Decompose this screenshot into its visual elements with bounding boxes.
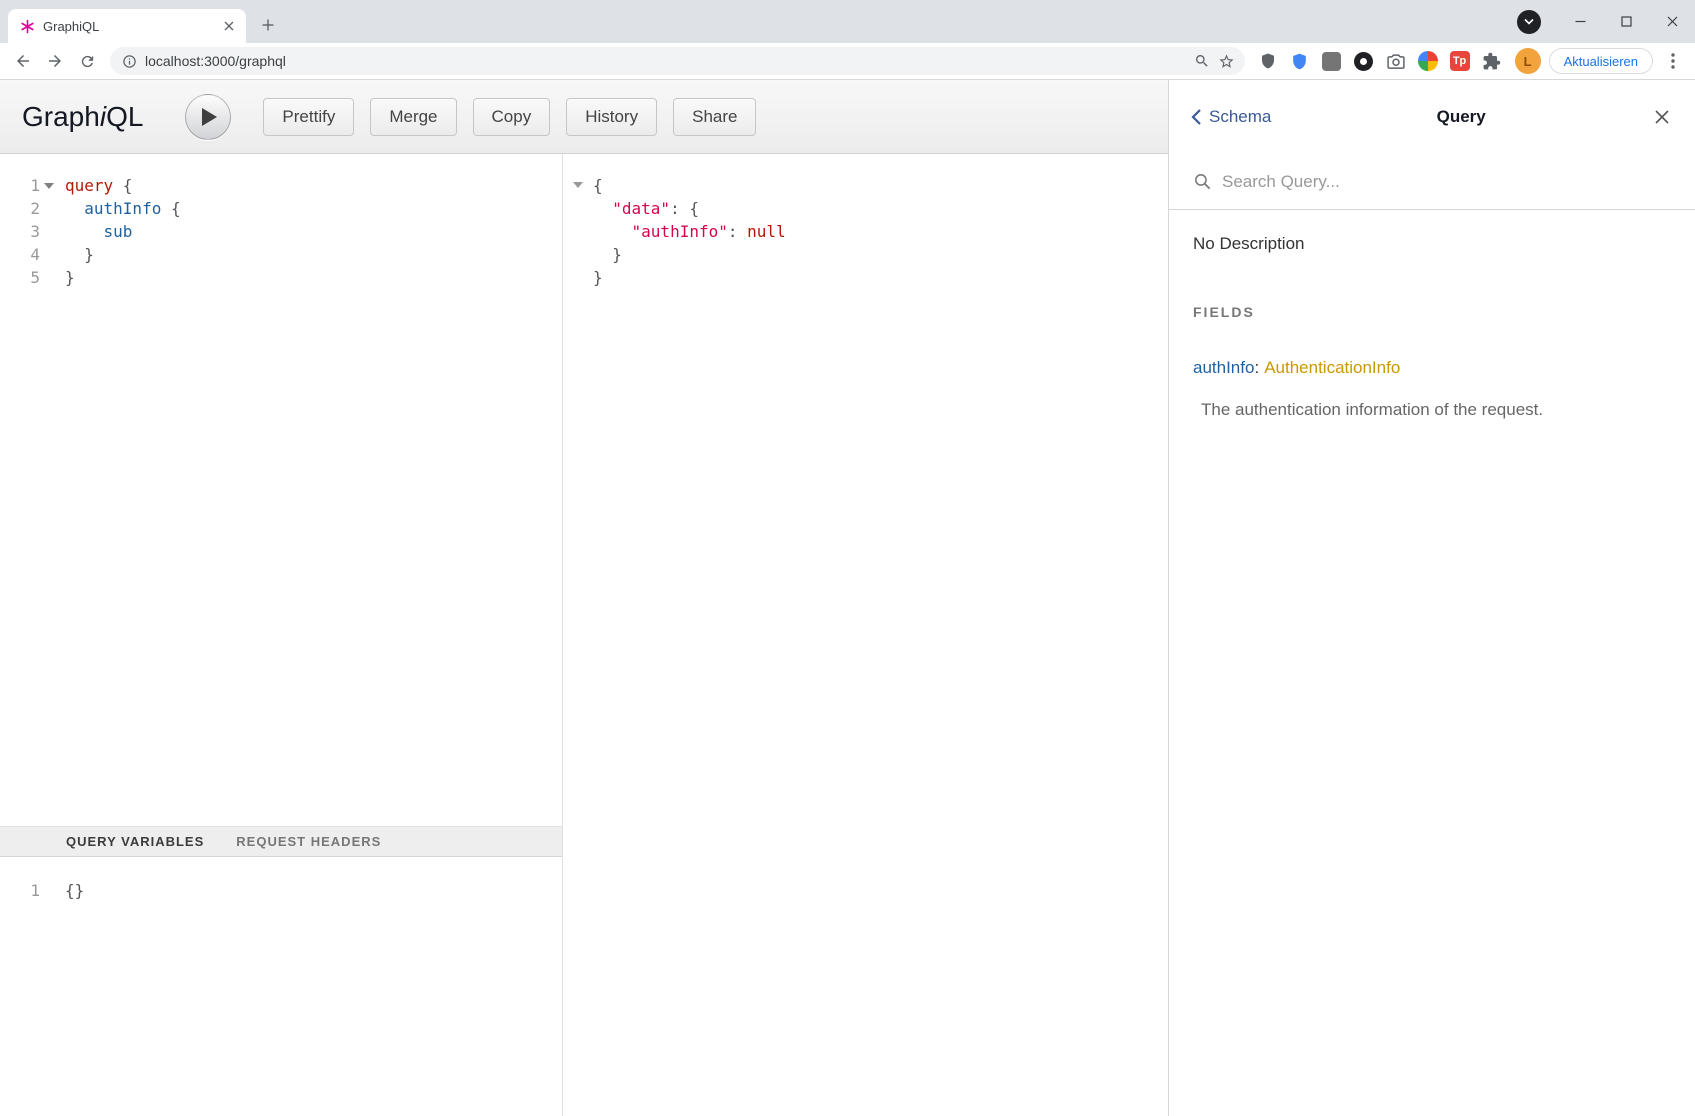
tab-request-headers[interactable]: REQUEST HEADERS bbox=[236, 834, 381, 849]
graphiql-workspace: 1 2 3 4 5 query { authInfo { sub } } bbox=[0, 154, 1168, 1116]
browser-menu-icon[interactable] bbox=[1659, 47, 1687, 75]
graphiql-app: GraphiQL Prettify Merge Copy History Sha… bbox=[0, 80, 1695, 1116]
copy-button[interactable]: Copy bbox=[473, 98, 551, 136]
graphiql-logo: GraphiQL bbox=[22, 101, 143, 133]
extensions-puzzle-icon[interactable] bbox=[1479, 48, 1505, 74]
line-number: 2 bbox=[0, 197, 40, 220]
doc-close-icon[interactable] bbox=[1651, 106, 1673, 128]
tab-query-variables[interactable]: QUERY VARIABLES bbox=[66, 834, 204, 849]
query-editor[interactable]: 1 2 3 4 5 query { authInfo { sub } } bbox=[0, 154, 562, 826]
query-pane: 1 2 3 4 5 query { authInfo { sub } } bbox=[0, 154, 563, 1116]
extension-tp-icon[interactable]: Tp bbox=[1447, 48, 1473, 74]
result-line: { bbox=[593, 174, 1168, 197]
result-line: } bbox=[593, 243, 1168, 266]
doc-back-label: Schema bbox=[1209, 107, 1271, 127]
window-close-button[interactable] bbox=[1649, 0, 1695, 43]
prettify-button[interactable]: Prettify bbox=[263, 98, 354, 136]
new-tab-button[interactable] bbox=[254, 11, 282, 39]
query-editor-code[interactable]: query { authInfo { sub } } bbox=[58, 174, 181, 826]
status-circle-icon[interactable] bbox=[1517, 10, 1541, 34]
result-line: "data": { bbox=[593, 197, 1168, 220]
field-description: The authentication information of the re… bbox=[1193, 400, 1671, 420]
tab-strip: GraphiQL bbox=[0, 0, 1695, 43]
result-line: "authInfo": null bbox=[593, 220, 1168, 243]
tab-title: GraphiQL bbox=[43, 19, 212, 34]
doc-content: No Description FIELDS authInfo: Authentic… bbox=[1169, 210, 1695, 444]
extension-pinwheel-icon[interactable] bbox=[1415, 48, 1441, 74]
doc-fields-heading: FIELDS bbox=[1193, 304, 1671, 320]
page-info-icon[interactable] bbox=[122, 54, 137, 69]
fold-arrow-icon[interactable] bbox=[44, 183, 54, 189]
tp-badge-label: Tp bbox=[1450, 51, 1470, 71]
line-number: 1 bbox=[0, 174, 40, 197]
update-button-label: Aktualisieren bbox=[1564, 54, 1638, 69]
variable-editor-code[interactable]: {} bbox=[58, 879, 84, 1116]
url-bar[interactable]: localhost:3000/graphql bbox=[110, 47, 1245, 75]
doc-search-input[interactable] bbox=[1222, 172, 1671, 192]
doc-explorer: Schema Query No Description FIELDS authI… bbox=[1168, 80, 1695, 1116]
extension-shield-icon[interactable] bbox=[1255, 48, 1281, 74]
url-text: localhost:3000/graphql bbox=[145, 53, 1186, 69]
graphiql-topbar: GraphiQL Prettify Merge Copy History Sha… bbox=[0, 80, 1168, 154]
result-pane[interactable]: { "data": { "authInfo": null } } bbox=[563, 154, 1168, 1116]
line-number: 3 bbox=[0, 220, 40, 243]
search-icon bbox=[1193, 172, 1212, 191]
field-name-link[interactable]: authInfo bbox=[1193, 358, 1254, 377]
variable-editor[interactable]: 1 {} bbox=[0, 857, 562, 1116]
chevron-left-icon bbox=[1191, 108, 1202, 126]
tab-close-icon[interactable] bbox=[220, 17, 238, 35]
history-button[interactable]: History bbox=[566, 98, 657, 136]
merge-button[interactable]: Merge bbox=[370, 98, 456, 136]
line-number: 5 bbox=[0, 266, 40, 289]
bookmark-star-icon[interactable] bbox=[1218, 53, 1235, 70]
result-fold-arrow-icon[interactable] bbox=[573, 182, 583, 188]
variable-editor-title-bar: QUERY VARIABLES REQUEST HEADERS bbox=[0, 826, 562, 857]
extension-camera-icon[interactable] bbox=[1383, 48, 1409, 74]
doc-explorer-header: Schema Query bbox=[1169, 80, 1695, 154]
code-line: authInfo { bbox=[65, 197, 181, 220]
extension-gray-square-icon[interactable] bbox=[1319, 48, 1345, 74]
back-icon[interactable] bbox=[8, 46, 38, 76]
window-maximize-button[interactable] bbox=[1603, 0, 1649, 43]
doc-back-link[interactable]: Schema bbox=[1191, 107, 1271, 127]
doc-title: Query bbox=[1271, 107, 1651, 127]
code-line: {} bbox=[65, 879, 84, 902]
logo-pre: Graph bbox=[22, 101, 100, 132]
extension-record-icon[interactable] bbox=[1351, 48, 1377, 74]
line-number: 1 bbox=[0, 879, 40, 902]
query-editor-gutter: 1 2 3 4 5 bbox=[0, 174, 58, 826]
code-line: } bbox=[65, 266, 181, 289]
window-controls bbox=[1517, 0, 1695, 43]
update-button[interactable]: Aktualisieren bbox=[1549, 48, 1653, 74]
avatar-initial: L bbox=[1524, 54, 1532, 69]
logo-post: QL bbox=[106, 101, 143, 132]
browser-window: GraphiQL bbox=[0, 0, 1695, 1116]
execute-button[interactable] bbox=[185, 94, 231, 140]
result-viewer: { "data": { "authInfo": null } } bbox=[563, 154, 1168, 289]
code-line: } bbox=[65, 243, 181, 266]
zoom-icon[interactable] bbox=[1194, 53, 1210, 69]
share-button[interactable]: Share bbox=[673, 98, 756, 136]
profile-avatar[interactable]: L bbox=[1515, 48, 1541, 74]
window-minimize-button[interactable] bbox=[1557, 0, 1603, 43]
code-line: sub bbox=[65, 220, 181, 243]
variable-editor-gutter: 1 bbox=[0, 879, 58, 1116]
result-line: } bbox=[593, 266, 1168, 289]
field-type-link[interactable]: AuthenticationInfo bbox=[1264, 358, 1400, 377]
graphiql-main-column: GraphiQL Prettify Merge Copy History Sha… bbox=[0, 80, 1168, 1116]
code-line: query { bbox=[65, 174, 181, 197]
doc-no-description: No Description bbox=[1193, 234, 1671, 254]
extension-blue-shield-icon[interactable] bbox=[1287, 48, 1313, 74]
field-separator: : bbox=[1254, 358, 1259, 377]
graphql-favicon-icon bbox=[20, 19, 35, 34]
browser-toolbar: localhost:3000/graphql Tp L bbox=[0, 43, 1695, 80]
doc-field-row: authInfo: AuthenticationInfo bbox=[1193, 358, 1671, 378]
graphiql-toolbar: Prettify Merge Copy History Share bbox=[263, 98, 756, 136]
forward-icon[interactable] bbox=[40, 46, 70, 76]
line-number: 4 bbox=[0, 243, 40, 266]
browser-tab-graphiql[interactable]: GraphiQL bbox=[8, 9, 246, 43]
doc-search-row bbox=[1169, 154, 1695, 210]
reload-icon[interactable] bbox=[72, 46, 102, 76]
